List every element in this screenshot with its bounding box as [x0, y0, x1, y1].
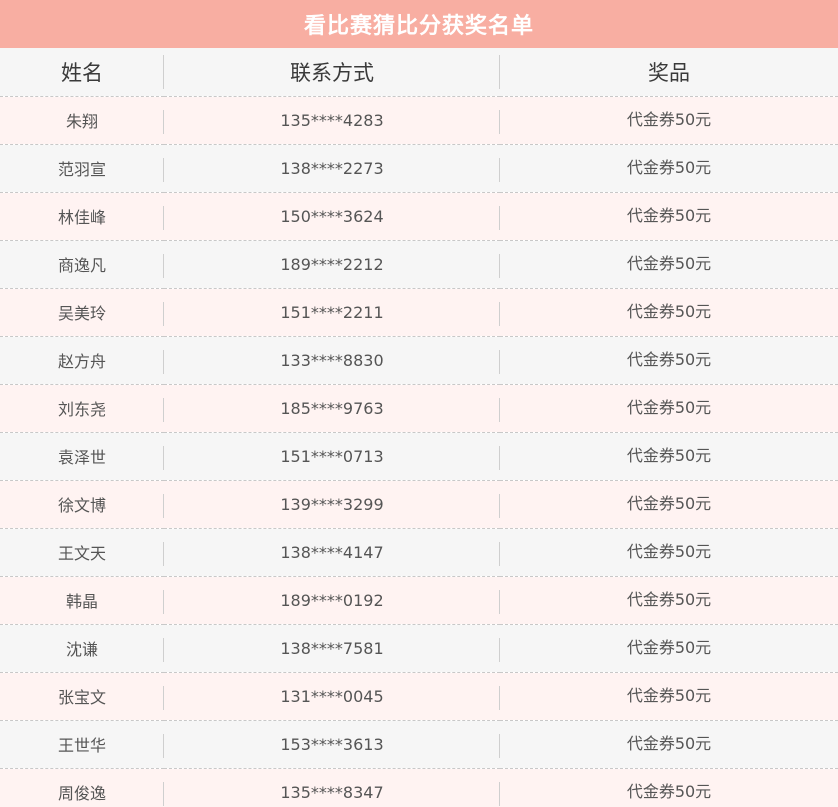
prize-cell: 代金券50元 [500, 528, 838, 577]
contact-cell: 135****8347 [164, 768, 500, 807]
winner-name-cell: 周俊逸 [0, 768, 164, 807]
contact-cell: 135****4283 [164, 96, 500, 145]
contact-cell: 139****3299 [164, 480, 500, 529]
table-row: 商逸凡 189****2212 代金券50元 [0, 240, 838, 289]
winner-name-cell: 朱翔 [0, 96, 164, 145]
contact-cell: 150****3624 [164, 192, 500, 241]
winner-name-cell: 韩晶 [0, 576, 164, 625]
prize-cell: 代金券50元 [500, 576, 838, 625]
table-row: 韩晶 189****0192 代金券50元 [0, 576, 838, 625]
contact-cell: 151****2211 [164, 288, 500, 337]
contact-cell: 151****0713 [164, 432, 500, 481]
winner-name-cell: 商逸凡 [0, 240, 164, 289]
winner-name-cell: 赵方舟 [0, 336, 164, 385]
prize-cell: 代金券50元 [500, 480, 838, 529]
table-row: 周俊逸 135****8347 代金券50元 [0, 768, 838, 807]
winner-name-cell: 王文天 [0, 528, 164, 577]
prize-cell: 代金券50元 [500, 192, 838, 241]
table-row: 徐文博 139****3299 代金券50元 [0, 480, 838, 529]
table-row: 吴美玲 151****2211 代金券50元 [0, 288, 838, 337]
winner-name-cell: 范羽宣 [0, 144, 164, 193]
contact-cell: 131****0045 [164, 672, 500, 721]
prize-cell: 代金券50元 [500, 672, 838, 721]
winner-name-cell: 刘东尧 [0, 384, 164, 433]
contact-cell: 153****3613 [164, 720, 500, 769]
contact-cell: 138****4147 [164, 528, 500, 577]
table-row: 范羽宣 138****2273 代金券50元 [0, 144, 838, 193]
table-row: 王文天 138****4147 代金券50元 [0, 528, 838, 577]
winners-table: 姓名 联系方式 奖品 朱翔 135****4283 代金券50元 范羽宣 138****… [0, 48, 838, 807]
table-row: 王世华 153****3613 代金券50元 [0, 720, 838, 769]
winner-name-cell: 张宝文 [0, 672, 164, 721]
winner-name-cell: 徐文博 [0, 480, 164, 529]
contact-cell: 138****2273 [164, 144, 500, 193]
table-row: 刘东尧 185****9763 代金券50元 [0, 384, 838, 433]
contact-cell: 138****7581 [164, 624, 500, 673]
prize-cell: 代金券50元 [500, 432, 838, 481]
prize-cell: 代金券50元 [500, 240, 838, 289]
contact-cell: 189****0192 [164, 576, 500, 625]
prize-cell: 代金券50元 [500, 624, 838, 673]
column-header-name: 姓名 [0, 48, 164, 97]
column-header-prize: 奖品 [500, 48, 838, 97]
prize-cell: 代金券50元 [500, 336, 838, 385]
page-title: 看比赛猜比分获奖名单 [0, 0, 838, 48]
table-row: 赵方舟 133****8830 代金券50元 [0, 336, 838, 385]
table-row: 沈谦 138****7581 代金券50元 [0, 624, 838, 673]
winner-name-cell: 林佳峰 [0, 192, 164, 241]
winner-name-cell: 袁泽世 [0, 432, 164, 481]
prize-cell: 代金券50元 [500, 384, 838, 433]
winner-name-cell: 王世华 [0, 720, 164, 769]
prize-cell: 代金券50元 [500, 768, 838, 807]
column-header-contact: 联系方式 [164, 48, 500, 97]
prize-cell: 代金券50元 [500, 720, 838, 769]
contact-cell: 189****2212 [164, 240, 500, 289]
table-header-row: 姓名 联系方式 奖品 [0, 48, 838, 97]
table-row: 袁泽世 151****0713 代金券50元 [0, 432, 838, 481]
prize-cell: 代金券50元 [500, 288, 838, 337]
prize-cell: 代金券50元 [500, 144, 838, 193]
winner-name-cell: 吴美玲 [0, 288, 164, 337]
contact-cell: 133****8830 [164, 336, 500, 385]
table-row: 张宝文 131****0045 代金券50元 [0, 672, 838, 721]
winner-name-cell: 沈谦 [0, 624, 164, 673]
prize-cell: 代金券50元 [500, 96, 838, 145]
contact-cell: 185****9763 [164, 384, 500, 433]
table-row: 林佳峰 150****3624 代金券50元 [0, 192, 838, 241]
table-row: 朱翔 135****4283 代金券50元 [0, 96, 838, 145]
